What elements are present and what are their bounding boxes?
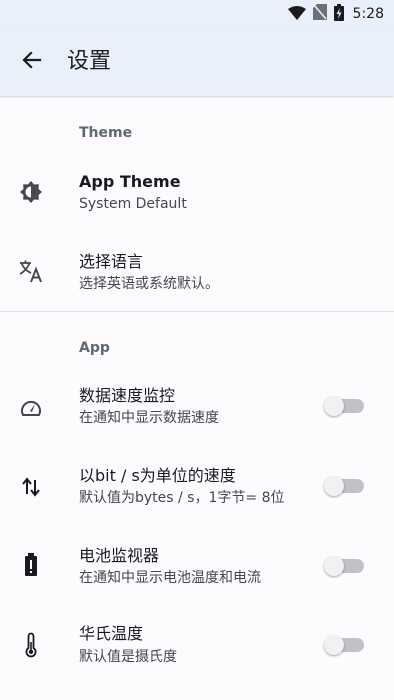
section-header-app: App — [79, 340, 110, 356]
fahrenheit-switch[interactable] — [324, 635, 364, 655]
swap-vertical-icon — [18, 474, 44, 500]
app-bar: 设置 — [0, 28, 394, 96]
fahrenheit-title: 华氏温度 — [79, 624, 144, 643]
battery-alert-icon — [18, 552, 44, 578]
status-bar: 5:28 — [0, 0, 394, 28]
data-speed-subtitle: 在通知中显示数据速度 — [79, 410, 219, 426]
setting-app-theme[interactable]: App Theme System Default — [0, 156, 394, 228]
status-time: 5:28 — [352, 6, 384, 22]
switch-thumb — [324, 396, 344, 416]
switch-thumb — [324, 476, 344, 496]
battery-monitor-title: 电池监视器 — [79, 546, 160, 565]
section-divider — [0, 311, 394, 312]
bit-speed-switch[interactable] — [324, 476, 364, 496]
no-sim-icon — [312, 4, 327, 24]
translate-icon — [18, 258, 44, 284]
section-header-theme: Theme — [79, 125, 133, 141]
battery-monitor-subtitle: 在通知中显示电池温度和电流 — [79, 570, 261, 586]
fahrenheit-subtitle: 默认值是摄氏度 — [79, 649, 177, 665]
brightness-icon — [18, 179, 44, 205]
language-subtitle: 选择英语或系统默认。 — [79, 276, 219, 292]
app-theme-subtitle: System Default — [79, 196, 187, 212]
battery-monitor-switch[interactable] — [324, 556, 364, 576]
setting-fahrenheit[interactable]: 华氏温度 默认值是摄氏度 — [0, 614, 394, 686]
switch-thumb — [324, 635, 344, 655]
setting-battery-monitor[interactable]: 电池监视器 在通知中显示电池温度和电流 — [0, 534, 394, 606]
switch-thumb — [324, 556, 344, 576]
speedometer-icon — [18, 395, 44, 421]
data-speed-switch[interactable] — [324, 396, 364, 416]
setting-bit-speed[interactable]: 以bit / s为单位的速度 默认值为bytes / s，1字节= 8位 — [0, 454, 394, 526]
language-title: 选择语言 — [79, 252, 144, 271]
app-theme-title: App Theme — [79, 172, 181, 191]
bit-speed-subtitle: 默认值为bytes / s，1字节= 8位 — [79, 490, 285, 506]
setting-language[interactable]: 选择语言 选择英语或系统默认。 — [0, 236, 394, 308]
page-title: 设置 — [67, 49, 112, 74]
thermometer-icon — [18, 632, 44, 658]
wifi-icon — [287, 5, 306, 24]
arrow-back-icon — [22, 50, 42, 74]
battery-charging-icon — [333, 3, 344, 25]
bit-speed-title: 以bit / s为单位的速度 — [79, 466, 236, 485]
data-speed-title: 数据速度监控 — [79, 386, 176, 405]
back-button[interactable] — [12, 42, 52, 82]
status-icons: 5:28 — [287, 3, 384, 25]
setting-data-speed[interactable]: 数据速度监控 在通知中显示数据速度 — [0, 374, 394, 446]
